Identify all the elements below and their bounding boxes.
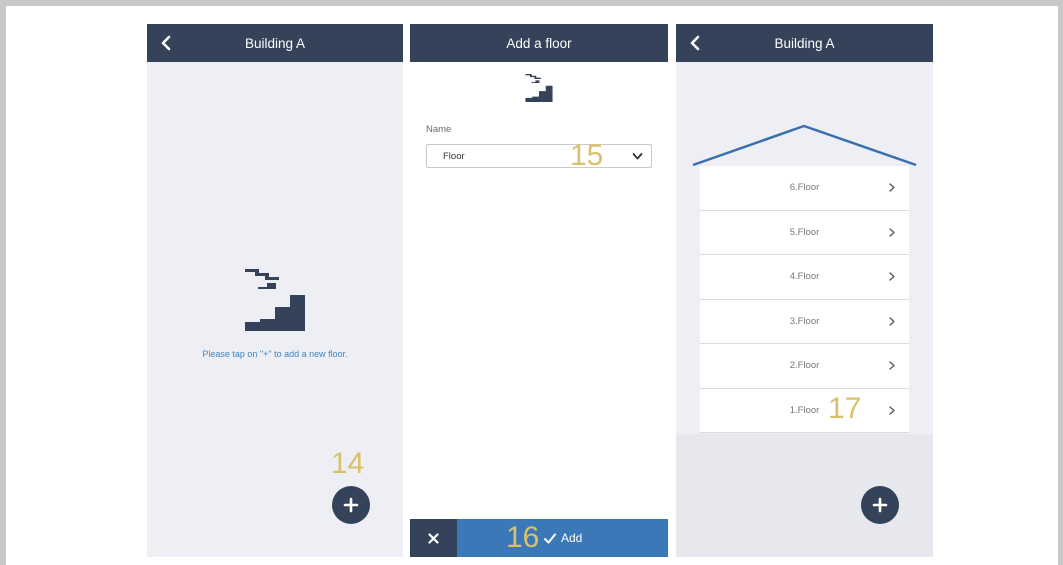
page-title: Add a floor [506, 35, 572, 51]
callout-number: 16 [506, 521, 540, 554]
checkmark-icon [544, 533, 556, 543]
plus-icon [872, 497, 888, 513]
name-field-label: Name [426, 124, 452, 135]
frame-left-border [0, 0, 6, 565]
cancel-button[interactable] [410, 519, 457, 557]
callout-number: 14 [331, 447, 365, 480]
chevron-right-icon [889, 227, 895, 237]
chevron-left-icon[interactable] [158, 34, 176, 52]
stairs-icon [525, 74, 553, 102]
floor-list-item[interactable]: 6.Floor [700, 166, 909, 211]
floor-label: 5.Floor [789, 226, 820, 238]
close-icon [428, 532, 439, 544]
callout-number: 17 [828, 392, 862, 425]
floor-label: 3.Floor [789, 315, 820, 327]
page-title: Building A [774, 35, 835, 51]
floor-label: 6.Floor [789, 182, 820, 193]
floor-name-select[interactable]: Floor [426, 144, 652, 168]
building-roof-icon [692, 124, 917, 167]
floor-list-item[interactable]: 5.Floor [700, 211, 909, 255]
screen-building-floors: Building A 6.Floor 5.Floor 4.Floor 3.Floor 2… [676, 24, 933, 557]
callout-number: 15 [570, 139, 604, 172]
chevron-right-icon [889, 405, 895, 415]
add-floor-button[interactable] [861, 486, 899, 524]
add-floor-button[interactable] [332, 486, 370, 524]
floor-label: 4.Floor [789, 271, 820, 282]
floor-list-item[interactable]: 3.Floor [700, 300, 909, 344]
header: Add a floor [410, 24, 668, 62]
screen-add-floor: Add a floor Name Floor 15 Add 16 [410, 24, 668, 557]
screen-empty-building: Building A Please tap on "+" to add a ne… [147, 24, 403, 557]
stairs-icon [245, 269, 305, 331]
floor-list-item[interactable]: 1.Floor [700, 389, 909, 433]
floor-list-item[interactable]: 4.Floor [700, 255, 909, 300]
chevron-right-icon [889, 316, 895, 326]
floor-label: 1.Floor [789, 404, 820, 416]
header: Building A [147, 24, 403, 62]
page-title: Building A [244, 35, 306, 51]
floor-list: 6.Floor 5.Floor 4.Floor 3.Floor 2.Floor 1.Flo… [700, 166, 909, 433]
add-button[interactable]: Add [457, 519, 668, 557]
empty-state-message: Please tap on "+" to add a new floor. [202, 349, 348, 359]
floor-list-item[interactable]: 2.Floor [700, 344, 909, 389]
frame-right-border [1058, 0, 1063, 565]
chevron-right-icon [889, 183, 895, 192]
plus-icon [343, 497, 359, 513]
chevron-left-icon[interactable] [687, 34, 705, 52]
chevron-right-icon [889, 361, 895, 370]
floor-label: 2.Floor [789, 360, 820, 371]
header: Building A [676, 24, 933, 62]
add-button-label: Add [561, 531, 583, 545]
chevron-down-icon [632, 153, 643, 160]
chevron-right-icon [889, 272, 895, 281]
frame-top-border [0, 0, 1063, 6]
select-value: Floor [443, 151, 465, 162]
